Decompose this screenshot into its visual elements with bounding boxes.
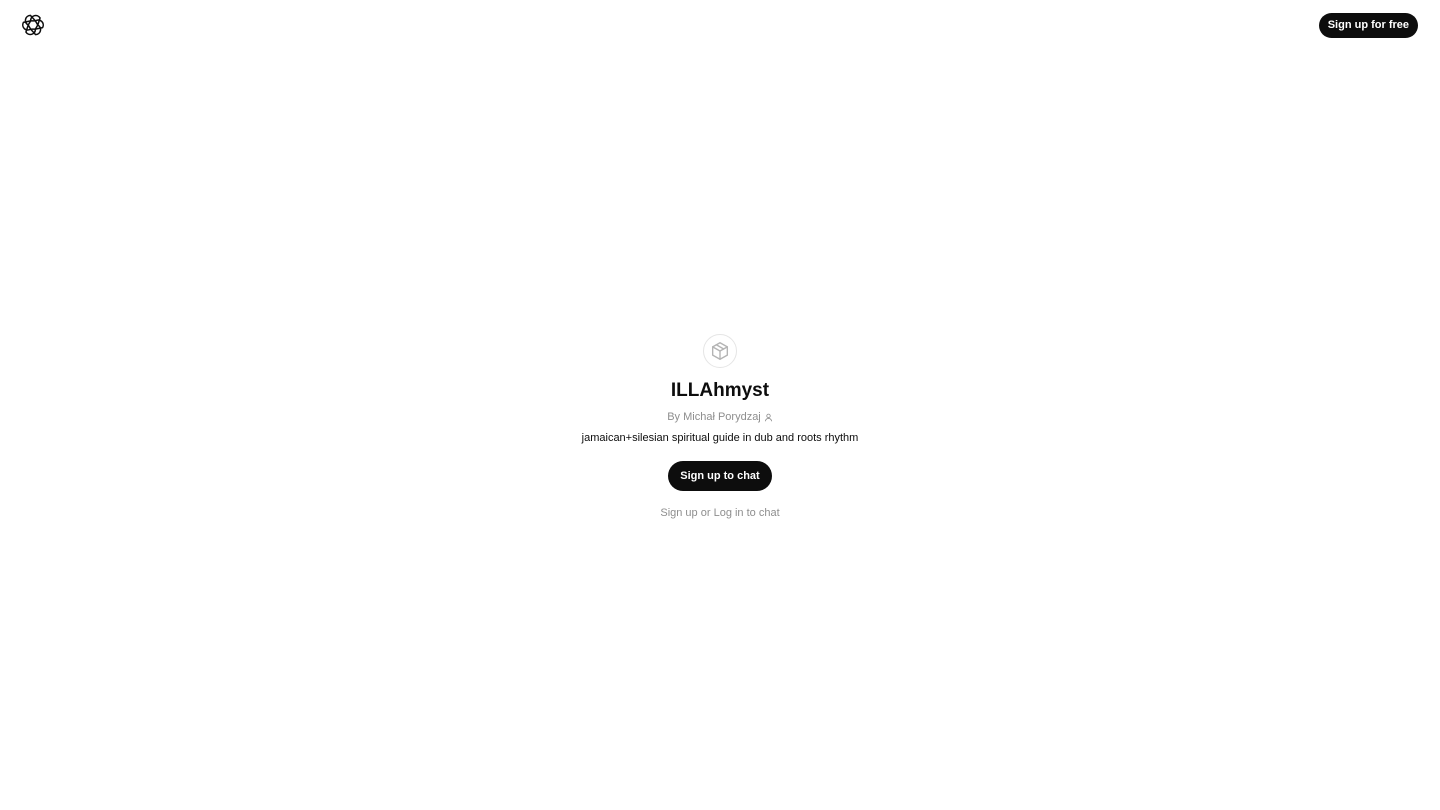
log-in-link[interactable]: Log in [714, 507, 744, 519]
sign-up-for-free-button[interactable]: Sign up for free [1318, 13, 1418, 38]
gpt-intro: ILLAhmyst By Michał Porydzaj jamaican+si… [0, 334, 1440, 520]
or-text: or [697, 507, 714, 519]
sign-up-to-chat-button[interactable]: Sign up to chat [668, 461, 772, 491]
page: Sign up for free ILLAhmyst By Michał Por… [0, 0, 1440, 810]
gpt-author[interactable]: By Michał Porydzaj [667, 410, 773, 424]
cube-icon [711, 342, 729, 360]
openai-logo-icon[interactable] [20, 12, 46, 38]
sign-up-link[interactable]: Sign up [660, 507, 697, 519]
gpt-description: jamaican+silesian spiritual guide in dub… [581, 432, 859, 444]
to-chat-text: to chat [743, 507, 780, 519]
gpt-avatar [703, 334, 737, 368]
gpt-title: ILLAhmyst [670, 380, 770, 401]
person-icon [764, 413, 772, 421]
author-label: By Michał Porydzaj [667, 411, 761, 423]
signin-prompt: Sign up or Log in to chat [660, 506, 779, 520]
